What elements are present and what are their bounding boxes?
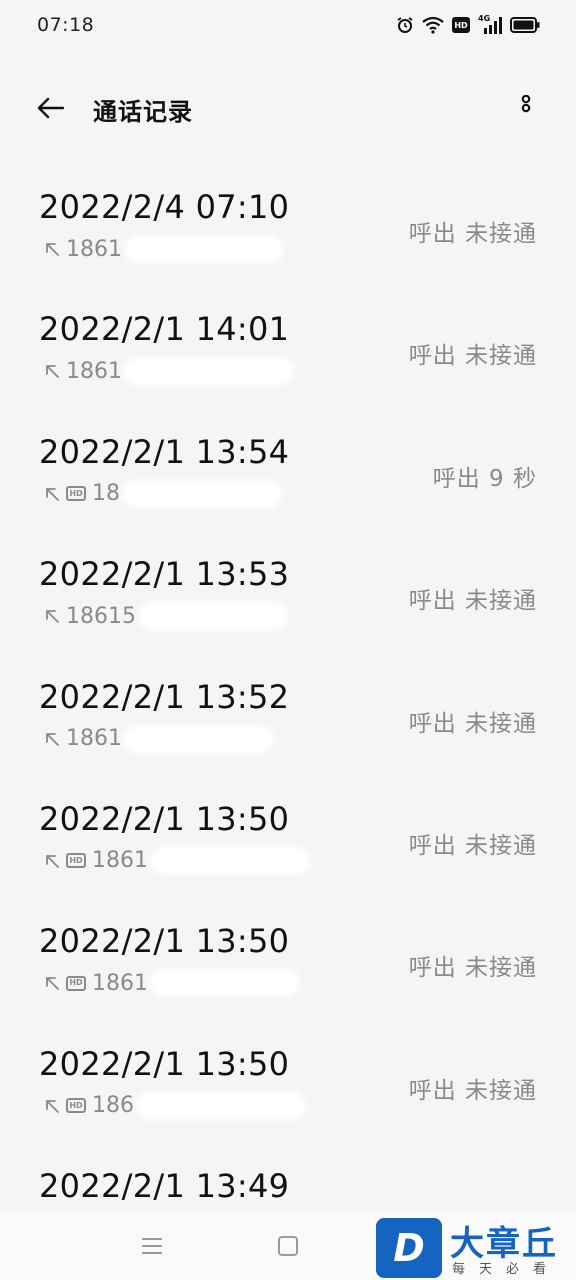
more-vertical-icon (521, 95, 531, 113)
call-log-item[interactable]: 2022/2/1 13:53 18615 呼出 未接通 (0, 533, 576, 655)
back-button[interactable] (32, 92, 68, 124)
watermark: D 大章丘 每天必看 (376, 1214, 576, 1280)
call-time: 2022/2/1 14:01 (39, 310, 290, 349)
app-header: 通话记录 (0, 70, 576, 146)
phone-number: 18615 (66, 603, 136, 629)
signal-4g-icon: 4G (478, 14, 502, 34)
redaction-mask (124, 724, 274, 753)
outgoing-call-icon (46, 243, 59, 256)
hd-call-icon: HD (66, 975, 86, 991)
status-icons: HD 4G (396, 14, 540, 34)
redaction-mask (150, 969, 300, 998)
call-details: HD 186 (44, 1091, 306, 1120)
call-log-item[interactable]: 2022/2/1 13:50 HD 1861 呼出 未接通 (0, 778, 576, 900)
redaction-mask (150, 846, 310, 875)
call-status: 呼出 未接通 (408, 710, 537, 737)
call-time: 2022/2/1 13:50 (39, 799, 290, 838)
status-time: 07:18 (37, 14, 95, 36)
phone-number: 186 (92, 1093, 134, 1119)
redaction-mask (122, 479, 282, 508)
call-log-item[interactable]: 2022/2/4 07:10 1861 呼出 未接通 (0, 166, 576, 288)
call-status: 呼出 未接通 (408, 343, 537, 370)
home-nav-button[interactable] (278, 1236, 298, 1256)
redaction-mask (124, 357, 294, 386)
watermark-logo: D (376, 1218, 442, 1278)
call-time: 2022/2/1 13:53 (39, 555, 290, 594)
call-log-item[interactable]: 2022/2/1 13:52 1861 呼出 未接通 (0, 656, 576, 778)
call-time: 2022/2/1 13:52 (39, 677, 290, 716)
call-time: 2022/2/1 13:50 (39, 1044, 290, 1083)
watermark-slogan: 每天必看 (452, 1262, 561, 1277)
wifi-icon (422, 16, 444, 34)
outgoing-call-icon (46, 365, 59, 379)
outgoing-call-icon (46, 977, 59, 991)
call-details: HD 1861 (44, 969, 300, 998)
call-log-item[interactable]: 2022/2/1 13:50 HD 186 呼出 未接通 (0, 1023, 576, 1145)
call-status: 呼出 未接通 (408, 588, 537, 615)
redaction-mask (136, 1091, 306, 1120)
redaction-mask (138, 602, 288, 631)
more-options-button[interactable] (514, 92, 538, 124)
battery-icon (510, 17, 540, 33)
call-time: 2022/2/4 07:10 (39, 188, 290, 226)
call-log-item[interactable]: 2022/2/1 13:50 HD 1861 呼出 未接通 (0, 900, 576, 1022)
call-status: 呼出 未接通 (408, 221, 537, 247)
call-details: 1861 (44, 235, 284, 263)
call-status: 呼出 未接通 (408, 955, 537, 982)
phone-number: 1861 (92, 970, 148, 996)
hd-call-icon: HD (66, 853, 86, 869)
call-details: HD 1861 (44, 846, 310, 875)
call-details: 1861 (44, 357, 294, 386)
back-arrow-icon (37, 97, 64, 119)
outgoing-call-icon (46, 855, 59, 868)
call-log-item[interactable]: 2022/2/1 14:01 1861 呼出 未接通 (0, 288, 576, 410)
outgoing-call-icon (46, 610, 59, 624)
call-status: 呼出 未接通 (408, 832, 537, 859)
call-time: 2022/2/1 13:50 (39, 922, 290, 961)
status-bar: 07:18 HD 4G (0, 0, 576, 50)
page-title: 通话记录 (93, 98, 193, 126)
phone-number: 1861 (66, 726, 122, 752)
call-time: 2022/2/1 13:49 (39, 1167, 290, 1206)
phone-number: 1861 (92, 848, 148, 874)
call-time: 2022/2/1 13:54 (39, 432, 290, 471)
outgoing-call-icon (46, 732, 59, 746)
watermark-logo-letter: D (393, 1226, 425, 1270)
phone-number: 18 (92, 481, 120, 507)
call-details: HD 18 (44, 479, 282, 508)
menu-nav-button[interactable] (140, 1234, 164, 1258)
call-log-list: 2022/2/4 07:10 1861 呼出 未接通 2022/2/1 14:0… (0, 166, 576, 1268)
outgoing-call-icon (46, 487, 59, 501)
menu-icon (142, 1238, 162, 1254)
hd-call-icon: HD (66, 486, 86, 502)
hd-icon: HD (452, 17, 470, 33)
phone-number: 1861 (66, 358, 122, 384)
call-status: 呼出 9 秒 (432, 465, 537, 492)
call-status: 呼出 未接通 (408, 1077, 537, 1104)
phone-number: 1861 (66, 236, 122, 262)
hd-call-icon: HD (66, 1098, 86, 1114)
call-details: 18615 (44, 602, 288, 631)
outgoing-call-icon (46, 1099, 59, 1113)
alarm-icon (396, 16, 414, 34)
call-log-item[interactable]: 2022/2/1 13:54 HD 18 呼出 9 秒 (0, 411, 576, 533)
call-details: 1861 (44, 724, 274, 753)
redaction-mask (124, 235, 284, 263)
